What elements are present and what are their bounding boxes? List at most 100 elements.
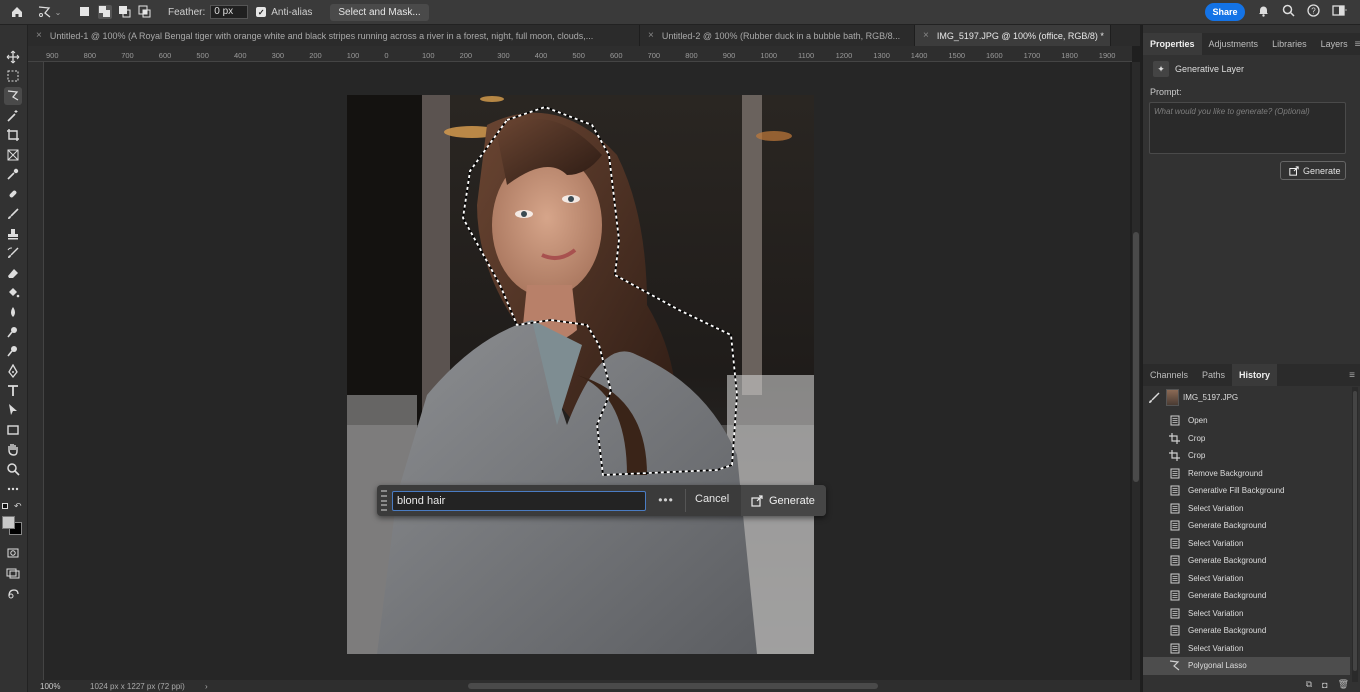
screen-mode-icon[interactable] (4, 564, 22, 582)
eyedropper-tool-icon[interactable] (4, 165, 22, 183)
panel-menu-icon[interactable]: ≡ (1355, 39, 1360, 50)
history-item[interactable]: Generate Background (1143, 517, 1350, 535)
lasso-tool-icon[interactable] (4, 87, 22, 105)
ruler-tick-label: 500 (196, 51, 209, 60)
rectangle-tool-icon[interactable] (4, 421, 22, 439)
chevron-down-icon[interactable]: ⌄ (55, 8, 62, 17)
move-tool-icon[interactable] (4, 48, 22, 66)
status-menu-chevron-icon[interactable]: › (205, 682, 208, 691)
generative-icon[interactable] (4, 584, 22, 602)
path-selection-tool-icon[interactable] (4, 401, 22, 419)
intersect-selection-icon[interactable] (138, 5, 152, 19)
eraser-tool-icon[interactable] (4, 264, 22, 282)
close-icon[interactable]: × (648, 30, 654, 41)
home-icon[interactable] (0, 0, 34, 25)
document-image[interactable] (347, 95, 814, 654)
quick-mask-icon[interactable] (4, 544, 22, 562)
history-item[interactable]: Generative Fill Background (1143, 482, 1350, 500)
polygonal-lasso-tool-icon[interactable]: ⌄ (34, 5, 64, 19)
history-brush-source-icon[interactable] (1148, 392, 1160, 404)
history-item[interactable]: Polygonal Lasso (1143, 657, 1350, 675)
more-options-icon[interactable]: ••• (655, 493, 677, 507)
brush-tool-icon[interactable] (4, 205, 22, 223)
panel-menu-icon[interactable]: ≡ (1349, 370, 1360, 381)
scroll-thumb[interactable] (1133, 232, 1139, 482)
bell-icon[interactable] (1257, 4, 1270, 20)
panel-generate-button[interactable]: Generate (1280, 161, 1346, 180)
cancel-button[interactable]: Cancel (695, 493, 729, 505)
drag-handle[interactable] (381, 490, 387, 511)
camera-icon[interactable]: ◘ (1322, 680, 1327, 690)
trash-icon[interactable]: 🗑 (1338, 679, 1349, 690)
tab-untitled-2[interactable]: × Untitled-2 @ 100% (Rubber duck in a bub… (640, 25, 915, 46)
zoom-level[interactable]: 100% (40, 682, 60, 691)
blur-tool-icon[interactable] (4, 303, 22, 321)
history-item[interactable]: Select Variation (1143, 500, 1350, 518)
tab-paths[interactable]: Paths (1195, 364, 1232, 386)
dodge-tool-icon[interactable] (4, 323, 22, 341)
tab-adjustments[interactable]: Adjustments (1202, 33, 1266, 55)
type-tool-icon[interactable] (4, 382, 22, 400)
antialias-checkbox[interactable]: ✓ (256, 7, 267, 17)
history-item[interactable]: Open (1143, 412, 1350, 430)
magic-wand-tool-icon[interactable] (4, 107, 22, 125)
horizontal-scrollbar[interactable] (468, 683, 878, 689)
pen-tool-icon[interactable] (4, 362, 22, 380)
close-icon[interactable]: × (923, 30, 929, 41)
tab-img-5197[interactable]: × IMG_5197.JPG @ 100% (office, RGB/8) * (915, 25, 1111, 46)
prompt-textarea[interactable]: What would you like to generate? (Option… (1149, 102, 1346, 154)
tab-untitled-1[interactable]: × Untitled-1 @ 100% (A Royal Bengal tiger… (28, 25, 640, 46)
prompt-input[interactable]: blond hair (392, 491, 646, 511)
history-brush-tool-icon[interactable] (4, 244, 22, 262)
feather-input[interactable]: 0 px (210, 5, 249, 19)
history-item[interactable]: Select Variation (1143, 535, 1350, 553)
history-scrollbar[interactable] (1352, 387, 1358, 682)
history-item[interactable]: Select Variation (1143, 570, 1350, 588)
magnifying-dodge-icon[interactable] (4, 342, 22, 360)
add-to-selection-icon[interactable] (98, 5, 112, 19)
foreground-color-swatch[interactable] (2, 516, 15, 529)
new-document-from-state-icon[interactable]: ⧉ (1306, 679, 1312, 690)
zoom-tool-icon[interactable] (4, 460, 22, 478)
share-button[interactable]: Share (1205, 3, 1245, 21)
history-item[interactable]: Crop (1143, 447, 1350, 465)
tab-properties[interactable]: Properties (1143, 33, 1202, 55)
crop-tool-icon[interactable] (4, 126, 22, 144)
paint-bucket-tool-icon[interactable] (4, 283, 22, 301)
status-bar: 100% 1024 px x 1227 px (72 ppi) › (28, 680, 1140, 692)
new-selection-icon[interactable] (78, 5, 92, 19)
tab-layers[interactable]: Layers (1314, 33, 1355, 55)
history-state-icon (1169, 485, 1180, 496)
history-item[interactable]: Generate Background (1143, 587, 1350, 605)
antialias-label: Anti-alias (271, 6, 313, 18)
history-state-icon (1169, 468, 1180, 479)
generate-button[interactable]: Generate (741, 485, 826, 516)
help-icon[interactable]: ? (1307, 4, 1320, 20)
more-tools-icon[interactable] (4, 480, 22, 498)
default-colors-icon[interactable] (2, 503, 8, 509)
search-icon[interactable] (1282, 4, 1295, 20)
workspace-icon[interactable] (1332, 4, 1348, 20)
marquee-tool-icon[interactable] (4, 67, 22, 85)
tab-history[interactable]: History (1232, 364, 1278, 386)
history-item[interactable]: Remove Background (1143, 465, 1350, 483)
clone-stamp-tool-icon[interactable] (4, 225, 22, 243)
history-item[interactable]: Generate Background (1143, 622, 1350, 640)
healing-brush-tool-icon[interactable] (4, 185, 22, 203)
hand-tool-icon[interactable] (4, 440, 22, 458)
history-item[interactable]: Select Variation (1143, 640, 1350, 658)
frame-tool-icon[interactable] (4, 146, 22, 164)
vertical-scrollbar[interactable] (1132, 62, 1140, 680)
close-icon[interactable]: × (36, 30, 42, 41)
tab-libraries[interactable]: Libraries (1265, 33, 1314, 55)
select-and-mask-button[interactable]: Select and Mask... (330, 3, 429, 21)
history-item[interactable]: Crop (1143, 430, 1350, 448)
history-item[interactable]: Select Variation (1143, 605, 1350, 623)
history-item[interactable]: Generate Background (1143, 552, 1350, 570)
tab-channels[interactable]: Channels (1143, 364, 1195, 386)
ruler-tick-label: 600 (610, 51, 623, 60)
history-snapshot[interactable]: IMG_5197.JPG (1143, 387, 1350, 409)
history-state-icon (1169, 643, 1180, 654)
swap-colors-icon[interactable]: ↶ (14, 501, 22, 512)
subtract-from-selection-icon[interactable] (118, 5, 132, 19)
